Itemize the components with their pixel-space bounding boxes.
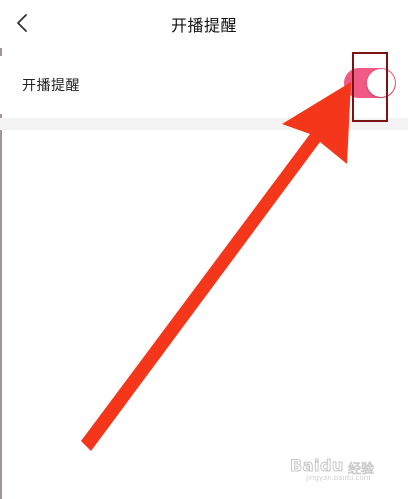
page-title: 开播提醒 bbox=[170, 16, 237, 35]
settings-screen: 开播提醒 开播提醒 Baidu 经验 jingyan.baidu.com bbox=[0, 0, 408, 499]
nav-bar: 开播提醒 bbox=[0, 0, 408, 48]
toggle-knob bbox=[367, 69, 395, 97]
live-reminder-toggle[interactable] bbox=[344, 68, 396, 98]
baidu-watermark: Baidu 经验 jingyan.baidu.com bbox=[290, 452, 400, 483]
watermark-url: jingyan.baidu.com bbox=[306, 474, 371, 482]
section-divider bbox=[0, 118, 408, 130]
setting-row-live-reminder: 开播提醒 bbox=[0, 56, 408, 114]
watermark-brand: Baidu bbox=[290, 456, 344, 476]
setting-label: 开播提醒 bbox=[22, 78, 80, 94]
